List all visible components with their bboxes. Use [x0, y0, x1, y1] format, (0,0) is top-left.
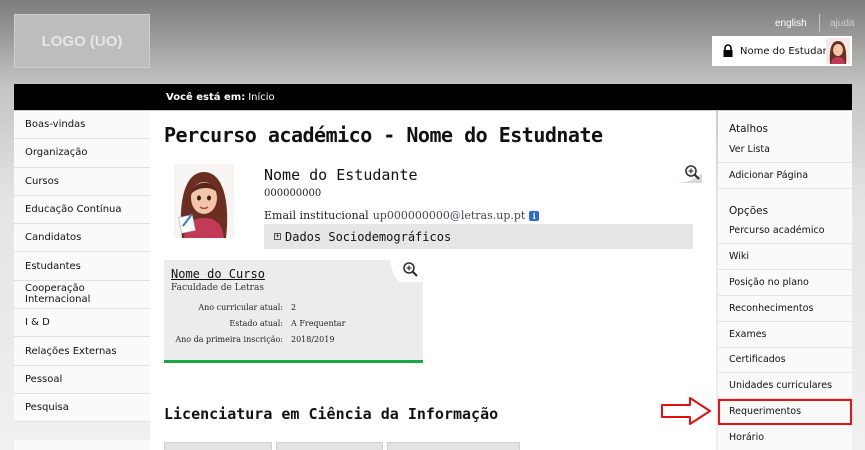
curricular-year-value: 2: [291, 303, 297, 312]
current-state-value: A Frequentar: [291, 319, 346, 328]
nav-item-organizacao[interactable]: Organização: [14, 139, 150, 168]
degree-tab-1[interactable]: [164, 442, 272, 450]
help-link[interactable]: ajuda: [830, 18, 854, 29]
option-posicao-no-plano[interactable]: Posição no plano: [718, 270, 852, 296]
language-separator: [819, 14, 820, 32]
left-nav-footer-block: [14, 440, 150, 450]
student-number: 000000000: [264, 188, 322, 199]
shortcut-adicionar-pagina[interactable]: Adicionar Página: [718, 163, 852, 189]
student-photo: [174, 164, 234, 238]
shortcuts-heading: Atalhos: [729, 123, 769, 135]
nav-item-cooperacao-internacional[interactable]: Cooperação Internacional: [14, 280, 150, 310]
degree-tabs: [164, 442, 520, 450]
options-heading: Opções: [729, 204, 769, 217]
email-row: Email institucional up000000000@letras.u…: [264, 209, 540, 222]
nav-item-pessoal[interactable]: Pessoal: [14, 365, 150, 394]
curricular-year-label: Ano curricular atual:: [198, 303, 283, 312]
arrow-right-icon: [661, 397, 711, 425]
first-enrolment-label: Ano da primeira inscrição:: [175, 335, 283, 344]
user-avatar: [826, 38, 850, 64]
right-nav: Atalhos Ver Lista Adicionar Página Opçõe…: [718, 111, 852, 450]
nav-item-candidatos[interactable]: Candidatos: [14, 224, 150, 253]
zoom-icon[interactable]: [672, 163, 704, 185]
nav-item-cursos[interactable]: Cursos: [14, 167, 150, 196]
course-faculty: Faculdade de Letras: [171, 283, 264, 293]
degree-tab-2[interactable]: [276, 442, 383, 450]
info-icon[interactable]: i: [529, 210, 540, 221]
degree-tab-3[interactable]: [387, 442, 520, 450]
course-card: Nome do Curso Faculdade de Letras Ano cu…: [164, 260, 424, 363]
language-english-link[interactable]: english: [775, 18, 807, 29]
student-name: Nome do Estudante: [264, 166, 418, 184]
option-exames[interactable]: Exames: [718, 322, 852, 348]
nav-item-estudantes[interactable]: Estudantes: [14, 252, 150, 281]
shortcut-ver-lista[interactable]: Ver Lista: [718, 137, 852, 163]
main-content: Percurso académico - Nome do Estudnate N…: [150, 111, 716, 450]
email-label: Email institucional: [264, 209, 369, 222]
option-requerimentos[interactable]: Requerimentos: [718, 399, 852, 425]
sociodemographic-label: Dados Sociodemográficos: [285, 229, 452, 244]
course-name-link[interactable]: Nome do Curso: [171, 267, 265, 281]
option-certificados[interactable]: Certificados: [718, 348, 852, 374]
nav-item-pesquisa[interactable]: Pesquisa: [14, 393, 150, 423]
option-horario[interactable]: Horário: [718, 425, 852, 450]
email-link[interactable]: up000000000@letras.up.pt: [373, 209, 526, 222]
nav-item-educacao-continua[interactable]: Educação Contínua: [14, 195, 150, 225]
sociodemographic-toggle[interactable]: + Dados Sociodemográficos: [264, 224, 693, 249]
current-state-label: Estado atual:: [229, 319, 283, 328]
breadcrumb-label: Você está em:: [166, 91, 246, 103]
nav-item-boas-vindas[interactable]: Boas-vindas: [14, 111, 150, 140]
logo[interactable]: LOGO (UO): [14, 14, 150, 68]
page-title: Percurso académico - Nome do Estudnate: [164, 123, 603, 147]
left-nav: Boas-vindas Organização Cursos Educação …: [14, 111, 150, 423]
option-wiki[interactable]: Wiki: [718, 244, 852, 271]
option-unidades-curriculares[interactable]: Unidades curriculares: [718, 373, 852, 400]
option-reconhecimentos[interactable]: Reconhecimentos: [718, 296, 852, 322]
nav-item-relacoes-externas[interactable]: Relações Externas: [14, 337, 150, 366]
expand-icon: +: [274, 232, 281, 240]
first-enrolment-value: 2018/2019: [291, 335, 335, 344]
breadcrumb: Você está em: Início: [14, 84, 852, 110]
user-name: Nome do Estudante: [740, 45, 839, 57]
right-nav-gap: [718, 189, 852, 199]
option-percurso-academico[interactable]: Percurso académico: [718, 219, 852, 245]
breadcrumb-current[interactable]: Início: [248, 92, 274, 103]
lock-icon: [723, 44, 733, 57]
user-login-box[interactable]: Nome do Estudante: [712, 36, 852, 66]
zoom-icon[interactable]: [390, 260, 424, 282]
degree-title: Licenciatura em Ciência da Informação: [164, 405, 499, 423]
nav-item-i-d[interactable]: I & D: [14, 309, 150, 338]
